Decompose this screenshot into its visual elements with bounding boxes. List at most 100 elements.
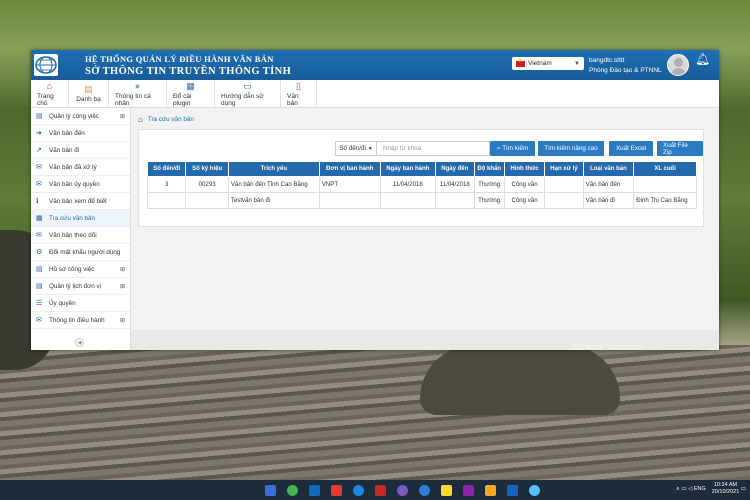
table-cell [185, 192, 229, 209]
app-icon[interactable] [331, 484, 342, 496]
app-icon[interactable] [485, 484, 496, 496]
menu-item-plugin[interactable]: ▦ Đổ cài plugin [167, 80, 215, 107]
sidebar-item-work-records[interactable]: ▤ Hồ sơ công việc ⊞ [31, 261, 130, 278]
table-cell: VNPT [318, 176, 381, 193]
search-input[interactable] [377, 141, 490, 156]
envelope-icon: ✉ [36, 164, 42, 171]
sidebar-item-delegation[interactable]: ☰ Ủy quyền [31, 295, 130, 312]
network-icon[interactable]: ▭ [681, 486, 686, 492]
advanced-search-button[interactable]: Tìm kiếm nâng cao [538, 141, 604, 156]
home-icon[interactable]: ⌂ [138, 115, 143, 124]
menu-item-home[interactable]: ⌂ Trang chủ [31, 80, 69, 107]
menu-item-label: Hướng dẫn sử dụng [221, 92, 264, 107]
export-excel-button[interactable]: Xuất Excel [609, 141, 653, 156]
bell-icon[interactable]: 🔔︎ [695, 52, 710, 66]
column-header[interactable]: Loại văn bản [582, 161, 635, 177]
table-cell[interactable]: Testvăn bản đi [227, 192, 320, 209]
table-row[interactable]: 3 00293 Văn bản đến Tỉnh Cao Bằng VNPT 1… [146, 176, 697, 193]
sidebar-item-outgoing-docs[interactable]: ↗ Văn bản đi [31, 142, 130, 159]
envelope-icon: ✉ [36, 317, 42, 324]
column-header[interactable]: Đơn vị ban hành [318, 161, 381, 177]
caret-down-icon: ▼ [367, 145, 373, 152]
sidebar-item-label: Văn bản theo dõi [49, 231, 97, 239]
column-header[interactable]: Số đến/đi [146, 161, 187, 177]
language-select[interactable]: Vietnam ▼ [512, 57, 584, 70]
table-cell: 3 [146, 176, 187, 193]
user-icon: ● [134, 80, 141, 91]
sidebar-item-label: Quản lý công việc [49, 112, 100, 120]
column-header[interactable]: Hạn xử lý [544, 161, 584, 177]
expand-icon[interactable]: ⊞ [120, 113, 125, 120]
table-cell: 11/04/2018 [435, 176, 475, 193]
breadcrumb-current[interactable]: Tra cứu văn bản [148, 116, 194, 123]
table-cell[interactable]: Văn bản đến Tỉnh Cao Bằng [227, 176, 320, 193]
menu-item-guide[interactable]: ▭ Hướng dẫn sử dụng [215, 80, 281, 107]
sidebar-item-change-password[interactable]: ⚙ Đổi mật khẩu người dùng [31, 244, 130, 261]
search-button[interactable]: ⌕ Tìm kiếm [490, 141, 535, 156]
volume-icon[interactable]: ◁ [688, 486, 692, 492]
language-indicator[interactable]: ENG [694, 486, 706, 492]
menu-item-profile[interactable]: ● Thông tin cá nhân [109, 80, 167, 107]
search-button-label: Tìm kiếm [502, 145, 529, 152]
zalo-icon[interactable] [529, 484, 540, 496]
info-icon: ℹ [36, 198, 39, 205]
menu-item-label: Văn bản [287, 92, 299, 107]
chrome-icon[interactable] [419, 484, 430, 496]
menu-item-label: Đổ cài plugin [173, 92, 192, 107]
folder-icon: ▭ [243, 80, 252, 91]
table-cell [544, 176, 584, 193]
collapse-sidebar-icon[interactable]: ◀ [75, 338, 84, 347]
app-icon[interactable] [287, 484, 298, 496]
column-header[interactable]: Ngày ban hành [379, 161, 437, 177]
sidebar-item-delegated-docs[interactable]: ✉ Văn bản ủy quyền [31, 176, 130, 193]
table-cell: Công văn [503, 176, 546, 193]
main-content: ⌂ Tra cứu văn bản Số đến/đi ▼ ⌕ Tìm kiếm… [131, 108, 719, 350]
outlook-icon[interactable] [309, 484, 320, 496]
sidebar-item-processed-docs[interactable]: ✉ Văn bản đã xử lý [31, 159, 130, 176]
activate-windows-watermark: Activate Windows [572, 342, 644, 352]
table-cell: Văn bản đến [582, 176, 635, 193]
sidebar-item-operations-info[interactable]: ✉ Thông tin điều hành ⊞ [31, 312, 130, 329]
table-cell [435, 192, 475, 209]
sidebar-item-doc-lookup[interactable]: ▦ Tra cứu văn bản [31, 210, 130, 227]
table-cell [146, 192, 187, 209]
expand-icon[interactable]: ⊞ [120, 317, 125, 324]
column-header[interactable]: XL cuối [633, 161, 697, 177]
notification-icon[interactable]: ▭ [741, 486, 746, 492]
chevron-up-icon[interactable]: ∧ [676, 486, 680, 492]
app-icon[interactable] [375, 484, 386, 496]
sidebar-item-label: Văn bản xem để biết [49, 197, 107, 205]
clock[interactable]: 10:24 AM 20/10/2021 [712, 482, 740, 496]
sign-in-icon: ➜ [36, 130, 42, 137]
export-zip-button[interactable]: Xuất File Zip [657, 141, 703, 156]
column-header[interactable]: Độ khẩn [473, 161, 505, 177]
envelope-icon: ✉ [36, 181, 42, 188]
folder-icon[interactable] [441, 484, 452, 496]
expand-icon[interactable]: ⊞ [120, 266, 125, 273]
column-header[interactable]: Số ký hiệu [185, 161, 229, 177]
avatar[interactable] [667, 54, 689, 76]
app-title-line1: HỆ THỐNG QUẢN LÝ ĐIỀU HÀNH VĂN BẢN [85, 53, 274, 64]
sidebar-item-incoming-docs[interactable]: ➜ Văn bản đến [31, 125, 130, 142]
sidebar-item-tracked-docs[interactable]: ✉ Văn bản theo dõi [31, 227, 130, 244]
column-header[interactable]: Ngày đến [435, 161, 475, 177]
sidebar-item-fyi-docs[interactable]: ℹ Văn bản xem để biết [31, 193, 130, 210]
menu-item-directory[interactable]: ▤ Danh bạ [69, 80, 109, 107]
column-header[interactable]: Trích yếu [227, 161, 320, 177]
menu-item-documents[interactable]: ▯ Văn bản [281, 80, 317, 107]
table-row[interactable]: Testvăn bản đi Thường Công văn Văn bản đ… [146, 192, 697, 209]
edge-icon[interactable] [353, 484, 364, 496]
file-explorer-icon[interactable] [265, 484, 276, 496]
sidebar-item-task-management[interactable]: ▤ Quản lý công việc ⊞ [31, 108, 130, 125]
column-header[interactable]: Hình thức [503, 161, 546, 177]
app-icon[interactable] [463, 484, 474, 496]
calendar-icon: ▦ [186, 80, 195, 91]
sidebar-item-unit-calendar[interactable]: ▤ Quản lý lịch đơn vị ⊞ [31, 278, 130, 295]
menu-item-label: Thông tin cá nhân [115, 92, 151, 107]
search-field-select[interactable]: Số đến/đi ▼ [335, 141, 377, 156]
app-icon[interactable] [397, 484, 408, 496]
word-icon[interactable] [507, 484, 518, 496]
expand-icon[interactable]: ⊞ [120, 283, 125, 290]
breadcrumb: ⌂ Tra cứu văn bản [138, 115, 194, 124]
user-info[interactable]: bangdtc.stttt Phòng Đào tạo & PTNNL [589, 56, 662, 76]
